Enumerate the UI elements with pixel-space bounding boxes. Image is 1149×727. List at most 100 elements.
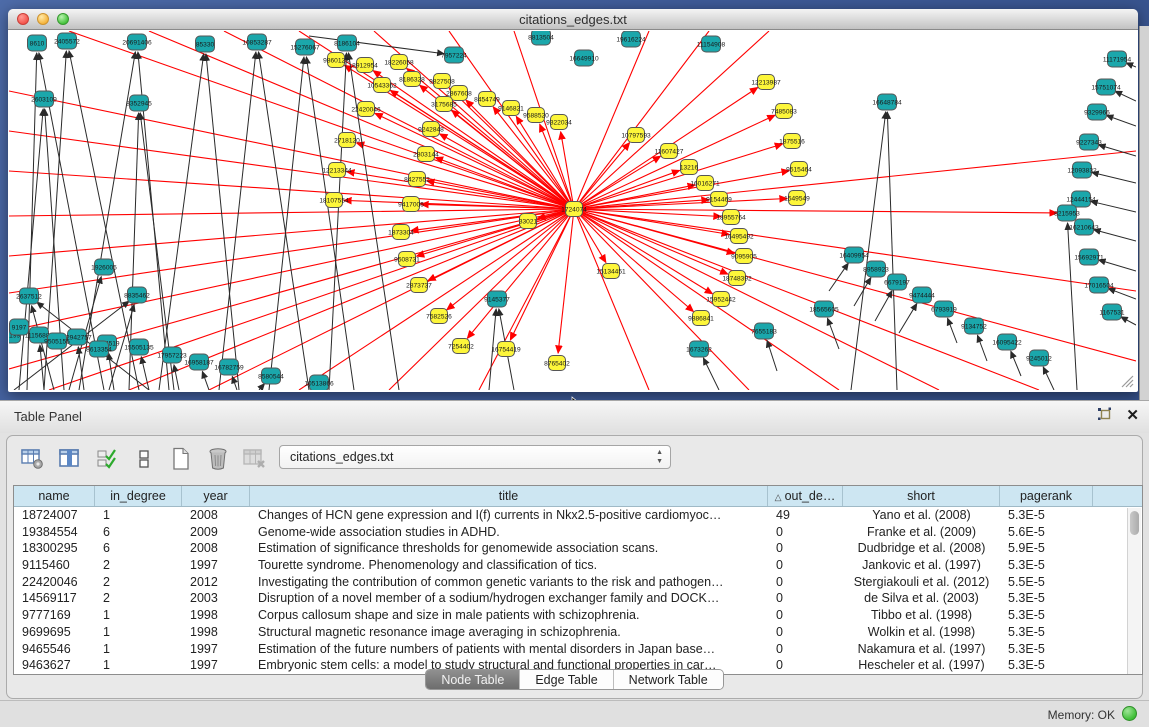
- graph-node[interactable]: 16782759: [214, 359, 244, 375]
- graph-node[interactable]: 2637512: [16, 288, 42, 304]
- cell-short[interactable]: Franke et al. (2009): [843, 524, 1000, 541]
- graph-node[interactable]: 19616224: [616, 31, 646, 47]
- graph-node[interactable]: 9827508: [429, 74, 455, 89]
- graph-edge[interactable]: [574, 209, 1039, 390]
- cell-name[interactable]: 9465546: [14, 641, 95, 658]
- cell-title[interactable]: Corpus callosum shape and size in male p…: [250, 607, 768, 624]
- graph-edge[interactable]: [206, 54, 239, 390]
- graph-edge[interactable]: [574, 31, 769, 209]
- column-header-out_degree[interactable]: △out_de…: [768, 486, 843, 506]
- graph-node[interactable]: 16958187: [184, 354, 214, 370]
- scrollbar-thumb[interactable]: [1130, 511, 1139, 535]
- graph-node[interactable]: 18565605: [809, 301, 839, 317]
- table-row[interactable]: 1830029562008Estimation of significance …: [14, 540, 1142, 557]
- graph-edge[interactable]: [1094, 230, 1136, 241]
- graph-node[interactable]: 16016271: [690, 176, 720, 191]
- tab-edge-table[interactable]: Edge Table: [519, 670, 612, 689]
- graph-node[interactable]: 6679197: [884, 274, 910, 290]
- graph-node[interactable]: 2718120: [334, 133, 360, 148]
- graph-edge[interactable]: [9, 209, 574, 216]
- cell-short[interactable]: Tibbo et al. (1998): [843, 607, 1000, 624]
- resize-grip[interactable]: [1120, 374, 1134, 388]
- graph-node[interactable]: 15692971: [1074, 249, 1104, 265]
- graph-node[interactable]: 18955764: [716, 210, 746, 225]
- cell-in_degree[interactable]: 6: [95, 524, 182, 541]
- graph-node[interactable]: 7254402: [448, 339, 474, 354]
- memory-ok-indicator[interactable]: [1122, 706, 1137, 721]
- cell-in_degree[interactable]: 6: [95, 540, 182, 557]
- graph-edge[interactable]: [767, 341, 777, 371]
- graph-edge[interactable]: [887, 112, 897, 390]
- cell-year[interactable]: 1997: [182, 641, 250, 658]
- graph-node[interactable]: 15751074: [1091, 79, 1121, 95]
- graph-edge[interactable]: [574, 209, 1136, 361]
- graph-edge[interactable]: [1043, 367, 1054, 390]
- cell-name[interactable]: 18724007: [14, 507, 95, 524]
- tab-network-table[interactable]: Network Table: [613, 670, 723, 689]
- table-row[interactable]: 969969511998Structural magnetic resonanc…: [14, 624, 1142, 641]
- cell-out_degree[interactable]: 0: [768, 590, 843, 607]
- graph-node[interactable]: 9886841: [688, 311, 714, 326]
- cell-out_degree[interactable]: 0: [768, 574, 843, 591]
- graph-edge[interactable]: [202, 371, 209, 390]
- cell-year[interactable]: 2003: [182, 590, 250, 607]
- graph-node[interactable]: 9245012: [1026, 350, 1052, 366]
- graph-node[interactable]: 15952442: [706, 292, 736, 307]
- graph-edge[interactable]: [19, 109, 43, 390]
- graph-node[interactable]: 16754419: [491, 342, 521, 357]
- cell-title[interactable]: Genome-wide association studies in ADHD.: [250, 524, 768, 541]
- graph-node[interactable]: 1673262: [686, 341, 712, 357]
- graph-node[interactable]: 9515464: [786, 162, 812, 177]
- graph-node[interactable]: 17016504: [1084, 277, 1114, 293]
- cell-title[interactable]: Changes of HCN gene expression and I(f) …: [250, 507, 768, 524]
- graph-node[interactable]: 9329966: [1084, 104, 1110, 120]
- graph-node[interactable]: 8454749: [474, 92, 500, 107]
- graph-edge[interactable]: [1106, 115, 1136, 126]
- cell-short[interactable]: Dudbridge et al. (2008): [843, 540, 1000, 557]
- graph-node[interactable]: 7485083: [771, 104, 797, 119]
- cell-title[interactable]: Investigating the contribution of common…: [250, 574, 768, 591]
- graph-node[interactable]: 16648784: [872, 94, 902, 110]
- cell-year[interactable]: 1998: [182, 624, 250, 641]
- cell-year[interactable]: 1998: [182, 607, 250, 624]
- graph-edge[interactable]: [258, 52, 309, 390]
- cell-year[interactable]: 2008: [182, 507, 250, 524]
- cell-title[interactable]: Estimation of significance thresholds fo…: [250, 540, 768, 557]
- graph-node[interactable]: 18226058: [384, 55, 414, 70]
- graph-edge[interactable]: [1091, 201, 1136, 212]
- graph-edge[interactable]: [828, 318, 839, 349]
- graph-node[interactable]: 17957223: [157, 347, 187, 363]
- graph-edge[interactable]: [899, 304, 917, 333]
- cell-short[interactable]: de Silva et al. (2003): [843, 590, 1000, 607]
- graph-node[interactable]: 16210643: [1069, 219, 1099, 235]
- graph-node[interactable]: 9134752: [961, 318, 987, 334]
- graph-node[interactable]: 7655183: [751, 323, 777, 339]
- graph-node[interactable]: 8610: [28, 35, 47, 51]
- cell-short[interactable]: Jankovic et al. (1997): [843, 557, 1000, 574]
- graph-edge[interactable]: [232, 376, 237, 390]
- cell-in_degree[interactable]: 2: [95, 574, 182, 591]
- graph-edge[interactable]: [875, 291, 892, 321]
- column-header-in_degree[interactable]: in_degree: [95, 486, 182, 506]
- graph-node[interactable]: 8352945: [126, 95, 152, 111]
- graph-node[interactable]: 85330: [196, 36, 215, 52]
- graph-node[interactable]: 7957224: [441, 47, 467, 63]
- table-row[interactable]: 1938455462009Genome-wide association stu…: [14, 524, 1142, 541]
- cell-name[interactable]: 19384554: [14, 524, 95, 541]
- graph-edge[interactable]: [1011, 351, 1021, 376]
- cell-pagerank[interactable]: 5.3E-5: [1000, 557, 1093, 574]
- float-panel-button[interactable]: [1097, 407, 1112, 424]
- graph-edge[interactable]: [829, 263, 848, 291]
- table-column-button[interactable]: [56, 446, 84, 472]
- graph-edge[interactable]: [1126, 63, 1136, 67]
- graph-edge[interactable]: [269, 57, 304, 390]
- graph-edge[interactable]: [948, 318, 957, 343]
- table-settings-button[interactable]: [19, 446, 47, 472]
- graph-node[interactable]: 8958923: [863, 261, 889, 277]
- cell-in_degree[interactable]: 2: [95, 590, 182, 607]
- cell-pagerank[interactable]: 5.3E-5: [1000, 607, 1093, 624]
- graph-node[interactable]: 8813504: [528, 31, 554, 45]
- cell-short[interactable]: Stergiakouli et al. (2012): [843, 574, 1000, 591]
- cell-name[interactable]: 9777169: [14, 607, 95, 624]
- network-window-titlebar[interactable]: citations_edges.txt: [8, 9, 1138, 30]
